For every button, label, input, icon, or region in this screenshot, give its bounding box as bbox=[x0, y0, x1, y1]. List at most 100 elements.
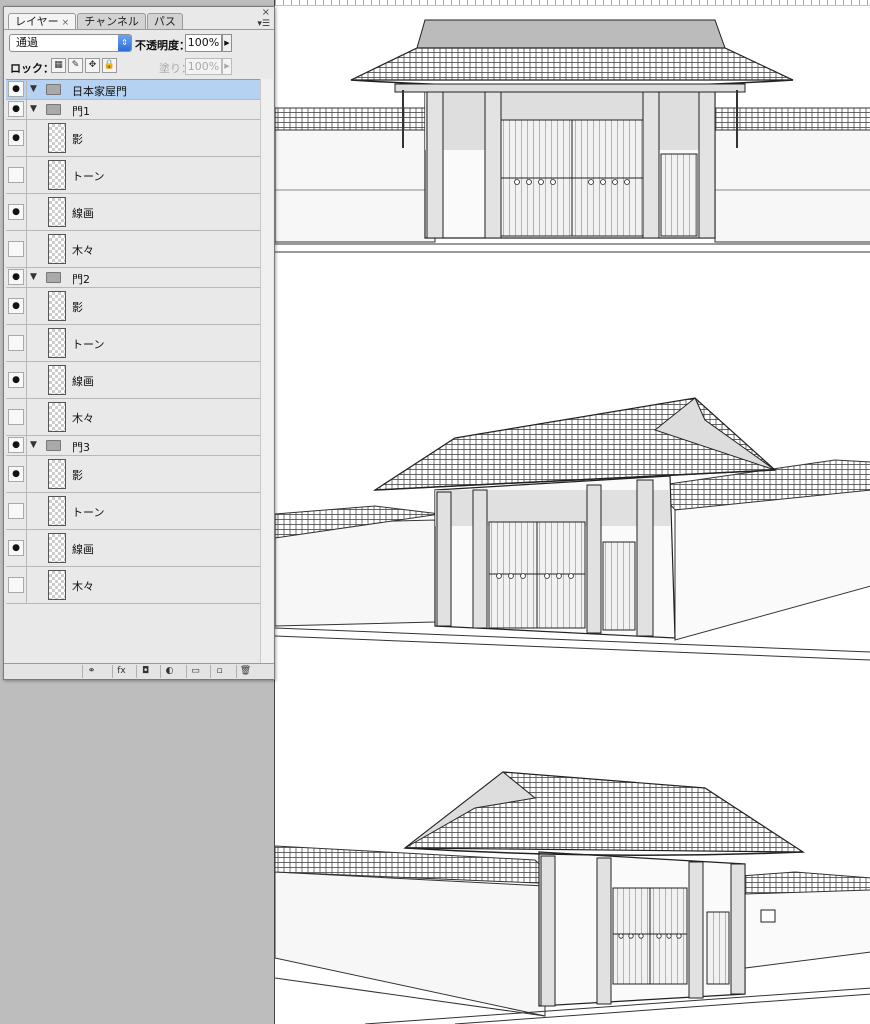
visibility-eye-icon[interactable] bbox=[8, 298, 24, 314]
layer-row[interactable]: トーン bbox=[6, 157, 260, 194]
layer-row[interactable]: 木々 bbox=[6, 399, 260, 436]
layer-name: 木々 bbox=[72, 580, 94, 593]
expand-triangle-icon[interactable]: ▼ bbox=[30, 272, 37, 282]
group-name: 門3 bbox=[72, 441, 90, 454]
layer-row[interactable]: 線画 bbox=[6, 362, 260, 399]
layer-row[interactable]: 木々 bbox=[6, 567, 260, 604]
lock-all-icon[interactable]: 🔒 bbox=[102, 58, 117, 73]
add-mask-icon[interactable]: ◘ bbox=[136, 665, 154, 678]
gate-drawing-1 bbox=[275, 8, 870, 258]
tab-layers-label: レイヤー bbox=[15, 15, 59, 28]
group-name: 門1 bbox=[72, 105, 90, 118]
layer-group-row[interactable]: ▼ 日本家屋門 bbox=[6, 80, 260, 100]
opacity-slider-arrow-icon[interactable]: ▶ bbox=[222, 34, 232, 52]
visibility-eye-icon[interactable] bbox=[8, 167, 24, 183]
visibility-eye-icon[interactable] bbox=[8, 204, 24, 220]
layer-row[interactable]: トーン bbox=[6, 493, 260, 530]
fill-field[interactable]: 100% bbox=[185, 58, 222, 75]
visibility-eye-icon[interactable] bbox=[8, 466, 24, 482]
visibility-eye-icon[interactable] bbox=[8, 409, 24, 425]
opacity-field[interactable]: 100% bbox=[185, 34, 222, 52]
lock-position-icon[interactable]: ✥ bbox=[85, 58, 100, 73]
column-divider bbox=[26, 268, 27, 287]
new-group-icon[interactable]: ▭ bbox=[186, 665, 204, 678]
visibility-eye-icon[interactable] bbox=[8, 503, 24, 519]
trash-icon[interactable]: 🗑 bbox=[236, 665, 254, 678]
folder-icon bbox=[46, 440, 61, 451]
layer-row[interactable]: 線画 bbox=[6, 530, 260, 567]
expand-triangle-icon[interactable]: ▼ bbox=[30, 440, 37, 450]
group-name: 日本家屋門 bbox=[72, 85, 127, 98]
expand-triangle-icon[interactable]: ▼ bbox=[30, 104, 37, 114]
layer-name: 木々 bbox=[72, 244, 94, 257]
tab-paths-label: パス bbox=[153, 15, 176, 28]
layer-thumbnail bbox=[48, 328, 66, 358]
layer-thumbnail bbox=[48, 402, 66, 432]
blend-mode-value: 通過 bbox=[16, 36, 38, 49]
layer-group-row[interactable]: ▼ 門1 bbox=[6, 100, 260, 120]
layer-thumbnail bbox=[48, 496, 66, 526]
layer-thumbnail bbox=[48, 365, 66, 395]
visibility-eye-icon[interactable] bbox=[8, 335, 24, 351]
link-layers-icon[interactable]: ⚭ bbox=[82, 665, 100, 678]
visibility-eye-icon[interactable] bbox=[8, 540, 24, 556]
visibility-eye-icon[interactable] bbox=[8, 372, 24, 388]
tab-close-icon[interactable]: × bbox=[62, 18, 70, 28]
adjustment-layer-icon[interactable]: ◐ bbox=[160, 665, 178, 678]
visibility-eye-icon[interactable] bbox=[8, 101, 24, 117]
layer-row[interactable]: 影 bbox=[6, 288, 260, 325]
column-divider bbox=[26, 530, 27, 566]
layer-thumbnail bbox=[48, 123, 66, 153]
fx-icon[interactable]: fx bbox=[112, 665, 130, 678]
layer-row[interactable]: トーン bbox=[6, 325, 260, 362]
layer-thumbnail bbox=[48, 459, 66, 489]
layer-row[interactable]: 影 bbox=[6, 456, 260, 493]
layer-row[interactable]: 線画 bbox=[6, 194, 260, 231]
layer-row[interactable]: 木々 bbox=[6, 231, 260, 268]
chevron-updown-icon[interactable]: ⇕ bbox=[118, 35, 131, 51]
layer-thumbnail bbox=[48, 570, 66, 600]
opacity-label: 不透明度： bbox=[135, 39, 190, 52]
column-divider bbox=[26, 157, 27, 193]
panel-footer: ⚭ fx ◘ ◐ ▭ ▫ 🗑 bbox=[4, 663, 274, 679]
layer-thumbnail bbox=[48, 234, 66, 264]
layer-group-row[interactable]: ▼ 門3 bbox=[6, 436, 260, 456]
layer-thumbnail bbox=[48, 197, 66, 227]
visibility-eye-icon[interactable] bbox=[8, 577, 24, 593]
layer-name: 線画 bbox=[72, 207, 94, 220]
visibility-eye-icon[interactable] bbox=[8, 437, 24, 453]
tab-channels[interactable]: チャンネル bbox=[77, 13, 146, 29]
panel-menu-icon[interactable]: ▾☰ bbox=[257, 19, 270, 29]
tab-channels-label: チャンネル bbox=[84, 15, 139, 28]
blend-mode-select[interactable]: 通過 ⇕ bbox=[9, 34, 132, 52]
layer-group-row[interactable]: ▼ 門2 bbox=[6, 268, 260, 288]
layers-panel[interactable]: × ▾☰ レイヤー × チャンネル パス 通過 ⇕ 不透明度： 100% ▶ ロッ… bbox=[3, 6, 275, 680]
layer-list[interactable]: ▼日本家屋門▼門1影トーン線画木々▼門2影トーン線画木々▼門3影トーン線画木々 bbox=[6, 79, 260, 665]
tab-paths[interactable]: パス bbox=[146, 13, 183, 29]
folder-icon bbox=[46, 84, 61, 95]
tab-layers[interactable]: レイヤー × bbox=[8, 13, 77, 29]
expand-triangle-icon[interactable]: ▼ bbox=[30, 84, 37, 94]
layer-row[interactable]: 影 bbox=[6, 120, 260, 157]
layer-name: トーン bbox=[72, 506, 105, 519]
folder-icon bbox=[46, 272, 61, 283]
new-layer-icon[interactable]: ▫ bbox=[210, 665, 228, 678]
fill-slider-arrow-icon[interactable]: ▶ bbox=[222, 58, 232, 75]
lock-image-icon[interactable]: ✎ bbox=[68, 58, 83, 73]
gate-drawing-3 bbox=[275, 768, 870, 1024]
document-canvas[interactable] bbox=[274, 0, 870, 1024]
layer-name: 影 bbox=[72, 301, 83, 314]
layer-list-scrollbar[interactable] bbox=[260, 79, 273, 665]
visibility-eye-icon[interactable] bbox=[8, 130, 24, 146]
layer-name: 影 bbox=[72, 133, 83, 146]
visibility-eye-icon[interactable] bbox=[8, 269, 24, 285]
lock-transparency-icon[interactable]: ▦ bbox=[51, 58, 66, 73]
layer-thumbnail bbox=[48, 291, 66, 321]
visibility-eye-icon[interactable] bbox=[8, 81, 24, 97]
column-divider bbox=[26, 493, 27, 529]
close-icon[interactable]: × bbox=[262, 7, 270, 18]
panel-tabs: レイヤー × チャンネル パス bbox=[8, 13, 184, 29]
tab-divider bbox=[4, 29, 274, 30]
column-divider bbox=[26, 436, 27, 455]
visibility-eye-icon[interactable] bbox=[8, 241, 24, 257]
